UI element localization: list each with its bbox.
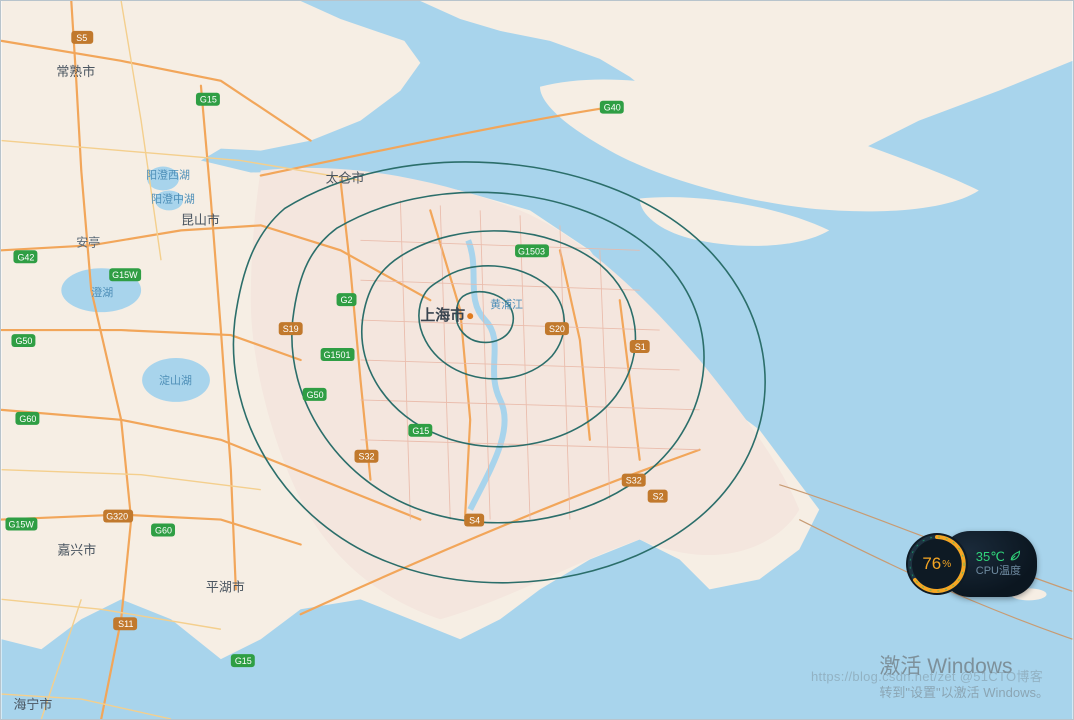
- shield-s11: S11: [113, 617, 137, 630]
- svg-text:S19: S19: [283, 324, 299, 334]
- shield-g1503: G1503: [515, 244, 549, 257]
- label-shanghai: 上海市: [420, 306, 465, 324]
- svg-text:G1501: G1501: [324, 350, 351, 360]
- svg-text:S2: S2: [653, 492, 664, 502]
- shield-g42: G42: [13, 250, 37, 263]
- svg-text:G15: G15: [412, 426, 429, 436]
- leaf-icon: [1009, 550, 1021, 562]
- shield-s5: S5: [71, 31, 93, 44]
- svg-text:G50: G50: [15, 336, 32, 346]
- shield-g1501: G1501: [321, 348, 355, 361]
- label-yangcheng-w: 阳澄西湖: [146, 168, 190, 182]
- usage-gauge[interactable]: 76%: [904, 531, 970, 597]
- svg-text:S32: S32: [626, 476, 642, 486]
- label-anting: 安亭: [76, 234, 100, 249]
- svg-text:S11: S11: [118, 619, 133, 629]
- shield-s2: S2: [648, 490, 668, 503]
- shield-g15w-a: G15W: [109, 268, 141, 281]
- shield-g15-c: G15: [231, 654, 255, 667]
- label-haining: 海宁市: [13, 697, 52, 712]
- label-huangpu: 黄浦江: [490, 297, 523, 311]
- svg-text:G1503: G1503: [518, 246, 545, 256]
- usage-value: 76%: [904, 531, 970, 597]
- label-cheng: 澄湖: [91, 285, 113, 299]
- svg-text:G50: G50: [307, 390, 324, 400]
- svg-text:S4: S4: [469, 516, 480, 526]
- shield-g15-a: G15: [196, 93, 220, 106]
- shield-g60-a: G60: [15, 412, 39, 425]
- svg-text:G60: G60: [155, 526, 172, 536]
- marker-shanghai: [467, 313, 473, 319]
- shield-s4: S4: [464, 514, 484, 527]
- svg-text:S1: S1: [635, 342, 646, 352]
- shield-g15-b: G15: [408, 424, 432, 437]
- shield-g2: G2: [337, 293, 357, 306]
- label-kunshan: 昆山市: [181, 212, 220, 227]
- shield-g15w-b: G15W: [5, 518, 37, 531]
- shield-s1: S1: [630, 340, 650, 353]
- label-jiaxing: 嘉兴市: [57, 542, 96, 557]
- map-canvas[interactable]: 上海市 黄浦江 常熟市 太仓市 昆山市 安亭 嘉兴市 平湖市 海宁市 阳澄西湖 …: [1, 1, 1073, 719]
- svg-text:G40: G40: [604, 103, 621, 113]
- svg-text:S5: S5: [76, 33, 87, 43]
- svg-text:G15W: G15W: [112, 270, 138, 280]
- shield-s32-a: S32: [355, 450, 379, 463]
- shield-g40: G40: [600, 101, 624, 114]
- shield-g60-b: G60: [151, 524, 175, 537]
- label-changshu: 常熟市: [56, 64, 95, 79]
- shield-s20: S20: [545, 322, 569, 335]
- svg-text:G15W: G15W: [8, 520, 34, 530]
- svg-text:G15: G15: [200, 95, 217, 105]
- svg-text:G42: G42: [17, 252, 34, 262]
- svg-text:G2: G2: [341, 295, 353, 305]
- map-viewport[interactable]: 上海市 黄浦江 常熟市 太仓市 昆山市 安亭 嘉兴市 平湖市 海宁市 阳澄西湖 …: [0, 0, 1074, 720]
- label-pinghu: 平湖市: [206, 579, 245, 594]
- shield-s32-b: S32: [622, 474, 646, 487]
- svg-text:G320: G320: [106, 512, 128, 522]
- label-taicang: 太仓市: [326, 170, 365, 185]
- temperature-label: CPU温度: [976, 565, 1021, 578]
- svg-text:S32: S32: [358, 452, 374, 462]
- system-monitor-widget[interactable]: 76% 35℃ CPU温度: [904, 529, 1037, 599]
- label-yangcheng-m: 阳澄中湖: [151, 191, 195, 205]
- shield-g320: G320: [103, 510, 133, 523]
- shield-g50-a: G50: [11, 334, 35, 347]
- shield-s19: S19: [279, 322, 303, 335]
- svg-text:G60: G60: [19, 414, 36, 424]
- temperature-value: 35℃: [976, 550, 1021, 563]
- label-dianshan: 淀山湖: [159, 373, 192, 387]
- svg-text:S20: S20: [549, 324, 565, 334]
- svg-text:G15: G15: [235, 656, 252, 666]
- shield-g50-b: G50: [303, 388, 327, 401]
